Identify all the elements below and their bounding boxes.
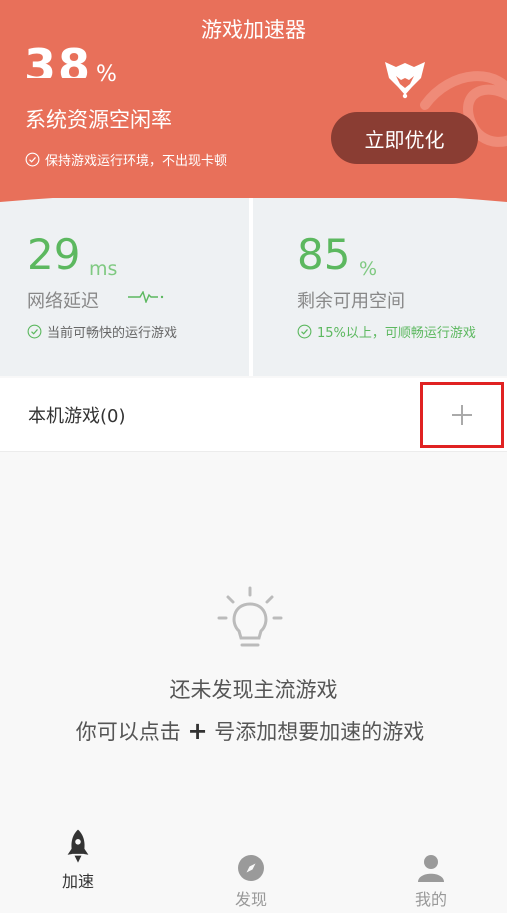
latency-note: 当前可畅快的运行游戏 xyxy=(27,322,177,341)
pulse-icon xyxy=(128,291,164,303)
tab-accelerate-label: 加速 xyxy=(61,872,94,891)
add-game-button[interactable] xyxy=(420,382,504,448)
tab-me-label: 我的 xyxy=(414,890,447,909)
storage-note: 15%以上，可顺畅运行游戏 xyxy=(297,322,476,341)
check-circle-icon xyxy=(297,324,312,339)
check-circle-icon xyxy=(27,324,42,339)
latency-note-text: 当前可畅快的运行游戏 xyxy=(47,326,178,341)
storage-unit: % xyxy=(359,258,378,280)
lightbulb-icon xyxy=(217,586,283,647)
latency-card: 29 ms 网络延迟 当前可畅快的运行游戏 xyxy=(0,198,249,376)
fox-logo-icon xyxy=(385,62,425,99)
storage-note-text: 15%以上，可顺畅运行游戏 xyxy=(317,326,476,341)
resource-label: 系统资源空闲率 xyxy=(25,108,172,132)
user-icon xyxy=(418,855,444,882)
empty-sub-prefix: 你可以点击 xyxy=(75,720,181,744)
latency-unit: ms xyxy=(89,258,118,280)
latency-value: 29 xyxy=(27,230,81,279)
resource-unit: % xyxy=(96,62,117,87)
plus-icon xyxy=(452,405,472,425)
rocket-icon xyxy=(67,829,89,863)
tab-discover-label: 发现 xyxy=(234,890,267,909)
resource-value: 38 xyxy=(24,39,93,78)
tab-discover[interactable]: 发现 xyxy=(191,816,311,913)
hero-header: 游戏加速器 38 % 系统资源空闲率 保持游戏运行环境，不出现卡顿 立即优化 xyxy=(0,0,507,212)
latency-label: 网络延迟 xyxy=(27,291,99,312)
bottom-tab-bar: 加速 发现 我的 xyxy=(0,816,507,913)
empty-state-subtitle: 你可以点击 + 号添加想要加速的游戏 xyxy=(0,716,500,746)
check-circle-icon xyxy=(25,152,40,167)
compass-icon xyxy=(238,855,264,881)
storage-label: 剩余可用空间 xyxy=(297,291,405,312)
optimize-button[interactable]: 立即优化 xyxy=(331,112,478,164)
storage-value: 85 xyxy=(297,230,351,279)
resource-hint-text: 保持游戏运行环境，不出现卡顿 xyxy=(45,154,228,169)
local-games-row: 本机游戏(0) xyxy=(0,378,507,452)
empty-sub-suffix: 号添加想要加速的游戏 xyxy=(214,720,425,744)
empty-sub-plus: + xyxy=(187,717,208,745)
tab-accelerate[interactable]: 加速 xyxy=(18,816,138,913)
resource-hint: 保持游戏运行环境，不出现卡顿 xyxy=(25,150,227,169)
tab-me[interactable]: 我的 xyxy=(371,816,491,913)
storage-card: 85 % 剩余可用空间 15%以上，可顺畅运行游戏 xyxy=(253,198,507,376)
empty-state-title: 还未发现主流游戏 xyxy=(169,678,338,702)
local-games-label: 本机游戏(0) xyxy=(28,406,126,427)
